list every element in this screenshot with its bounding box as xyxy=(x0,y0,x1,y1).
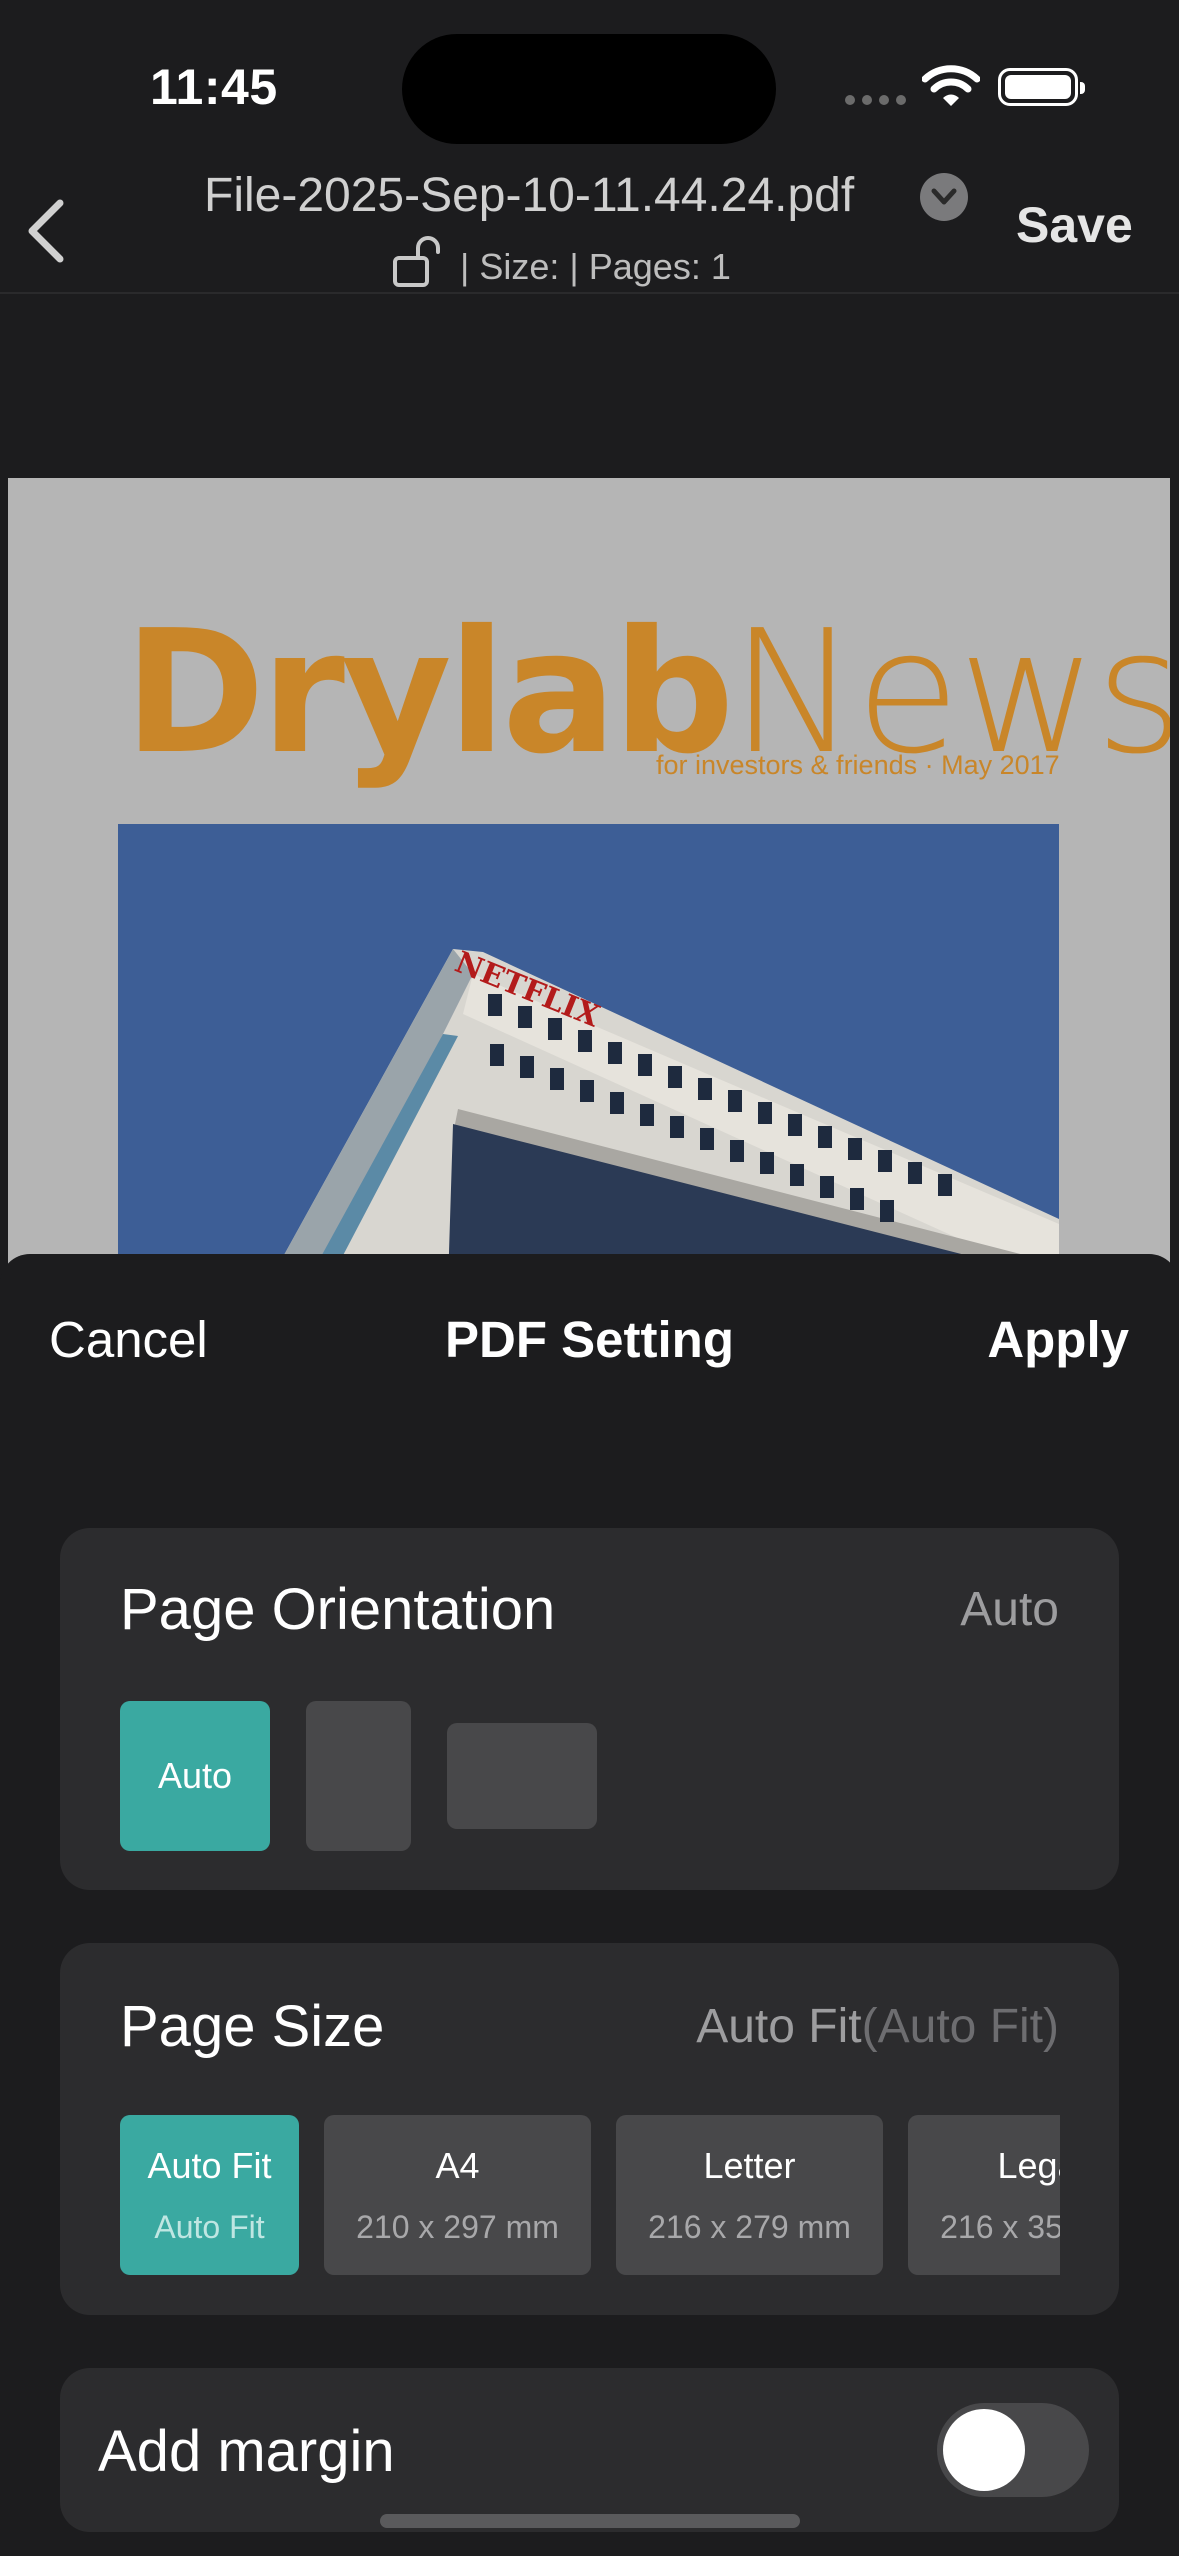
brand-drylab: Drylab xyxy=(124,594,734,792)
page-size-card: Page Size Auto Fit(Auto Fit) Auto Fit Au… xyxy=(60,1943,1119,2315)
size-option-dims: 216 x 279 mm xyxy=(648,2209,851,2245)
cellular-signal-icon xyxy=(845,95,906,105)
orientation-auto-option[interactable]: Auto xyxy=(120,1701,270,1851)
toggle-knob xyxy=(943,2409,1025,2491)
size-option-name: Legal xyxy=(997,2145,1060,2186)
pdf-settings-sheet: PDF Setting Cancel Apply Page Orientatio… xyxy=(0,1254,1179,2556)
orientation-portrait-option[interactable] xyxy=(306,1701,411,1851)
size-option-dims: 216 x 356 mm xyxy=(940,2209,1060,2245)
dynamic-island xyxy=(402,34,776,144)
size-option-dims: Auto Fit xyxy=(154,2209,265,2245)
size-option-name: A4 xyxy=(435,2145,480,2186)
size-option-auto-fit[interactable]: Auto Fit Auto Fit xyxy=(120,2115,299,2275)
orientation-title: Page Orientation xyxy=(120,1577,556,1642)
chevron-down-icon xyxy=(931,188,957,205)
page-size-title: Page Size xyxy=(120,1994,385,2059)
chevron-left-icon xyxy=(28,199,64,263)
battery-icon xyxy=(998,68,1085,106)
unlock-icon[interactable] xyxy=(392,236,448,293)
building-photo: NETFLIX xyxy=(118,824,1059,1278)
cancel-button[interactable]: Cancel xyxy=(49,1310,208,1369)
page-size-value-paren: (Auto Fit) xyxy=(861,2000,1059,2053)
back-button[interactable] xyxy=(22,195,72,265)
save-button[interactable]: Save xyxy=(1016,196,1133,254)
orientation-value: Auto xyxy=(960,1583,1059,1636)
size-option-a4[interactable]: A4 210 x 297 mm xyxy=(324,2115,591,2275)
add-margin-toggle[interactable] xyxy=(937,2403,1089,2497)
size-option-legal[interactable]: Legal 216 x 356 mm xyxy=(908,2115,1060,2275)
nav-divider xyxy=(0,292,1179,294)
size-option-dims: 210 x 297 mm xyxy=(356,2209,559,2245)
wifi-icon xyxy=(921,64,981,113)
page-size-options[interactable]: Auto Fit Auto Fit A4 210 x 297 mm Letter… xyxy=(120,2115,1060,2275)
file-meta: | Size: | Pages: 1 xyxy=(460,246,731,287)
brand-subtitle: for investors & friends · May 2017 xyxy=(656,750,1060,780)
file-title[interactable]: File-2025-Sep-10-11.44.24.pdf xyxy=(204,168,854,223)
add-margin-label: Add margin xyxy=(98,2419,395,2484)
size-option-name: Letter xyxy=(703,2145,796,2186)
orientation-card: Page Orientation Auto Auto xyxy=(60,1528,1119,1890)
orientation-landscape-option[interactable] xyxy=(447,1723,597,1829)
page-size-value-main: Auto Fit xyxy=(696,2000,862,2053)
margin-card: Add margin xyxy=(60,2368,1119,2532)
home-indicator xyxy=(380,2514,800,2528)
size-option-name: Auto Fit xyxy=(147,2145,272,2186)
apply-button[interactable]: Apply xyxy=(987,1310,1129,1369)
status-time: 11:45 xyxy=(150,59,278,115)
size-option-letter[interactable]: Letter 216 x 279 mm xyxy=(616,2115,883,2275)
page-size-value: Auto Fit(Auto Fit) xyxy=(696,1999,1059,2054)
pdf-preview[interactable]: DrylabNews for investors & friends · May… xyxy=(8,478,1170,1278)
title-dropdown-button[interactable] xyxy=(920,173,968,221)
